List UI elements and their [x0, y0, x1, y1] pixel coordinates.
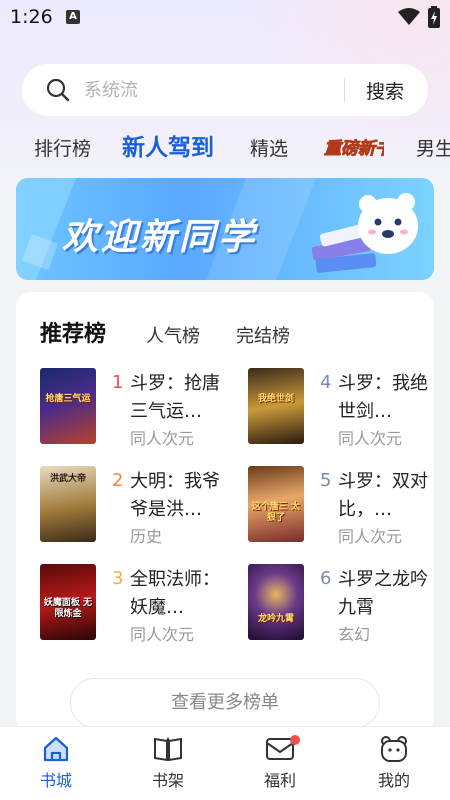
- book-title: 斗罗之龙吟九霄: [338, 569, 428, 618]
- book-cover: 洪武大帝: [40, 466, 96, 542]
- book-category: 同人次元: [130, 625, 195, 644]
- tab-rankings[interactable]: 排行榜: [34, 134, 91, 161]
- welcome-banner[interactable]: 欢迎新同学: [16, 178, 434, 280]
- rank-number: 3: [112, 568, 124, 589]
- ranking-tab-popular[interactable]: 人气榜: [146, 322, 200, 348]
- status-time: 1:26: [10, 6, 53, 28]
- tab-new-books[interactable]: 重磅新书: [322, 132, 396, 166]
- ranking-tab-completed[interactable]: 完结榜: [236, 322, 290, 348]
- book-category: 玄幻: [338, 625, 371, 644]
- tab-newcomer[interactable]: 新人驾到: [122, 128, 214, 162]
- notification-badge: [290, 735, 300, 745]
- book-title: 斗罗：双对比，…: [338, 471, 428, 520]
- rank-number: 5: [320, 470, 332, 491]
- book-title: 大明：我爷爷是洪…: [130, 471, 220, 520]
- book-item-2[interactable]: 洪武大帝 2 大明：我爷爷是洪… 历史: [40, 466, 240, 546]
- book-cover: 抢唐三气运: [40, 368, 96, 444]
- rank-number: 2: [112, 470, 124, 491]
- banner-title: 欢迎新同学: [62, 217, 258, 258]
- status-bar: 1:26 A: [0, 0, 450, 34]
- search-button[interactable]: 搜索: [366, 77, 404, 104]
- profile-icon: [381, 736, 407, 762]
- rank-number: 4: [320, 372, 332, 393]
- search-divider: [344, 78, 345, 102]
- rank-number: 1: [112, 372, 124, 393]
- book-title: 斗罗：抢唐三气运…: [130, 373, 220, 422]
- book-item-3[interactable]: 妖魔面板 无限炼金 3 全职法师：妖魔… 同人次元: [40, 564, 240, 644]
- book-category: 同人次元: [338, 527, 403, 546]
- tab-featured[interactable]: 精选: [250, 134, 288, 161]
- book-cover: 龙吟九霄: [248, 564, 304, 640]
- search-bar[interactable]: 搜索: [22, 64, 428, 116]
- search-icon: [46, 78, 70, 102]
- a-app-icon: A: [66, 10, 80, 24]
- book-cover: 我绝世剑: [248, 368, 304, 444]
- category-tabs: 排行榜 新人驾到 精选 重磅新书 男生: [0, 128, 450, 164]
- book-icon: [154, 736, 182, 762]
- bear-with-books-illustration: [311, 193, 418, 273]
- search-input[interactable]: [84, 78, 334, 102]
- book-item-6[interactable]: 龙吟九霄 6 斗罗之龙吟九霄 玄幻: [248, 564, 448, 644]
- book-item-4[interactable]: 我绝世剑 4 斗罗：我绝世剑… 同人次元: [248, 368, 448, 448]
- battery-charging-icon: [428, 6, 440, 28]
- ranking-tab-recommended[interactable]: 推荐榜: [40, 316, 106, 348]
- cover-text: 龙吟九霄: [257, 614, 294, 624]
- book-item-5[interactable]: 这个唐三 太狠了 5 斗罗：双对比，… 同人次元: [248, 466, 448, 546]
- nav-home[interactable]: 书城: [16, 735, 96, 795]
- rank-number: 6: [320, 568, 332, 589]
- nav-profile-label: 我的: [377, 771, 410, 790]
- tab-male[interactable]: 男生: [416, 134, 450, 161]
- cover-text: 我绝世剑: [257, 394, 294, 404]
- book-title: 全职法师：妖魔…: [130, 569, 220, 618]
- cover-text: 妖魔面板 无限炼金: [43, 598, 93, 619]
- book-cover: 妖魔面板 无限炼金: [40, 564, 96, 640]
- wifi-icon: [398, 8, 420, 25]
- book-category: 历史: [130, 527, 163, 546]
- nav-home-label: 书城: [39, 771, 72, 790]
- new-books-badge-icon: 重磅新书: [324, 139, 396, 160]
- book-item-1[interactable]: 抢唐三气运 1 斗罗：抢唐三气运… 同人次元: [40, 368, 240, 448]
- home-icon: [43, 736, 69, 762]
- nav-bookshelf[interactable]: 书架: [128, 735, 208, 795]
- cover-text: 洪武大帝: [49, 474, 86, 484]
- ranking-card: 推荐榜 人气榜 完结榜 抢唐三气运 1 斗罗：抢唐三气运… 同人次元 我绝世剑 …: [16, 292, 434, 732]
- book-category: 同人次元: [130, 429, 195, 448]
- bottom-nav: 书城 书架 福利 我的: [0, 726, 450, 800]
- nav-profile[interactable]: 我的: [354, 735, 434, 795]
- book-category: 同人次元: [338, 429, 403, 448]
- nav-bookshelf-label: 书架: [151, 771, 184, 790]
- book-title: 斗罗：我绝世剑…: [338, 373, 428, 422]
- book-cover: 这个唐三 太狠了: [248, 466, 304, 542]
- nav-welfare[interactable]: 福利: [240, 735, 320, 795]
- cover-text: 这个唐三 太狠了: [251, 502, 301, 523]
- cover-text: 抢唐三气运: [45, 394, 91, 404]
- nav-welfare-label: 福利: [263, 771, 296, 790]
- view-more-rankings-button[interactable]: 查看更多榜单: [70, 678, 380, 728]
- tab-new-books-label: 重磅新书: [324, 139, 384, 159]
